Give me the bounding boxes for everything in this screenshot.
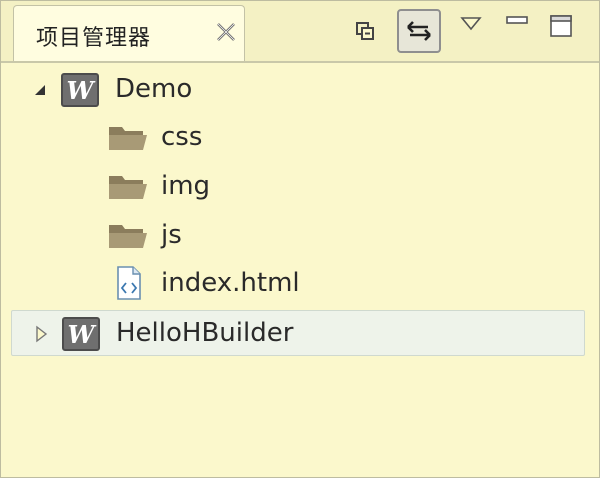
project-tree: W Demo css img js index.html W HelloHBui… <box>1 63 599 477</box>
tree-item-img[interactable]: img <box>11 164 585 210</box>
folder-icon <box>107 123 149 157</box>
web-project-icon: W <box>61 73 99 107</box>
link-with-editor-icon[interactable] <box>397 9 441 53</box>
web-project-icon: W <box>62 317 100 351</box>
collapsed-arrow-icon[interactable] <box>32 325 50 343</box>
tree-item-demo[interactable]: W Demo <box>11 67 585 113</box>
tree-item-label: HelloHBuilder <box>116 318 294 348</box>
tree-item-label: index.html <box>161 268 300 298</box>
expanded-arrow-icon[interactable] <box>31 81 49 99</box>
tab-bar: 项目管理器 <box>1 1 599 63</box>
view-menu-icon[interactable] <box>451 9 491 53</box>
tree-item-label: css <box>161 122 203 152</box>
tree-item-label: Demo <box>115 74 193 104</box>
close-icon[interactable] <box>212 18 240 46</box>
tree-item-index-html[interactable]: index.html <box>11 261 585 307</box>
folder-icon <box>107 172 149 206</box>
collapse-all-icon[interactable] <box>343 9 387 53</box>
tree-item-label: js <box>161 220 182 250</box>
maximize-icon[interactable] <box>541 9 581 53</box>
project-explorer-panel: 项目管理器 W Demo css img js index.html W Hel… <box>0 0 600 478</box>
tree-item-css[interactable]: css <box>11 115 585 161</box>
tree-item-label: img <box>161 171 211 201</box>
html-file-icon <box>115 265 143 305</box>
minimize-icon[interactable] <box>497 9 537 53</box>
folder-icon <box>107 221 149 255</box>
tab-project-explorer[interactable]: 项目管理器 <box>13 5 245 63</box>
tree-item-js[interactable]: js <box>11 213 585 259</box>
tree-item-hellohbuilder[interactable]: W HelloHBuilder <box>11 310 585 356</box>
tab-title: 项目管理器 <box>36 26 152 51</box>
